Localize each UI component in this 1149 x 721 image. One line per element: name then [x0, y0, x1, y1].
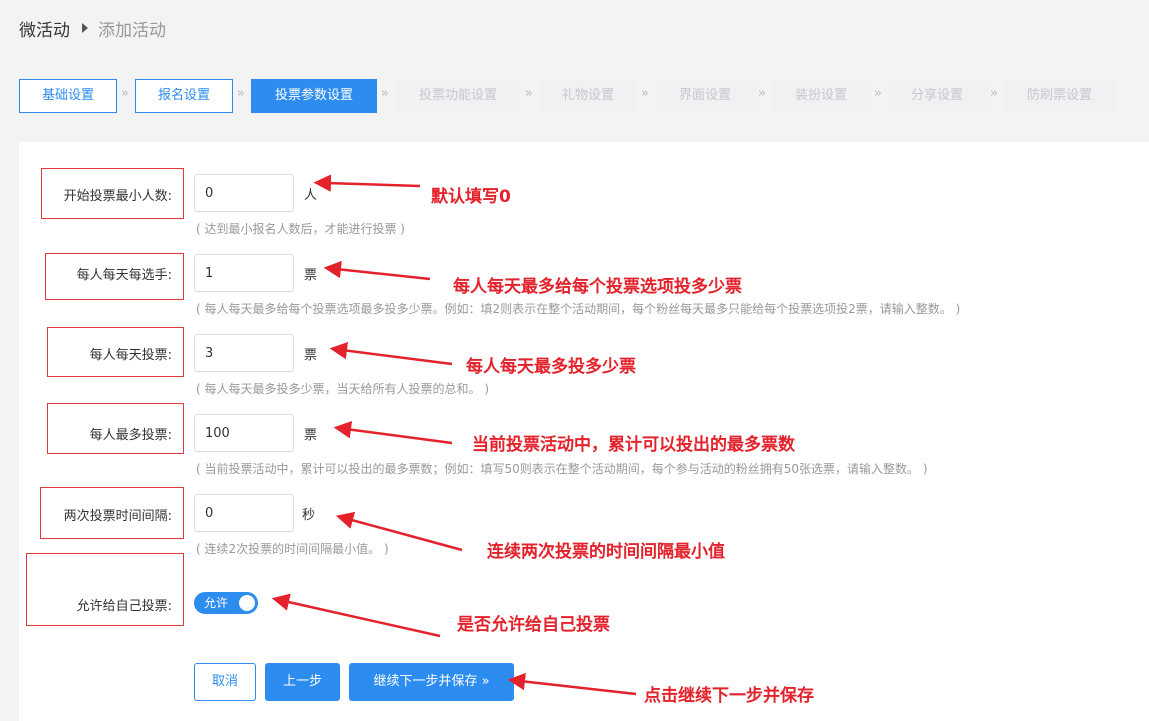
annotation-allow-self-vote: 是否允许给自己投票 — [457, 615, 610, 635]
arrow-next-save — [507, 672, 637, 696]
arrow-per-candidate-daily — [323, 260, 431, 281]
annotation-daily-votes: 每人每天最多投多少票 — [466, 357, 636, 377]
annotation-min-voters: 默认填写0 — [431, 187, 511, 207]
arrow-allow-self-vote — [271, 593, 441, 638]
annotation-max-votes: 当前投票活动中，累计可以投出的最多票数 — [472, 435, 795, 455]
arrow-max-votes — [333, 420, 453, 445]
annotation-next-save: 点击继续下一步并保存 — [644, 686, 814, 706]
arrow-daily-votes — [329, 341, 453, 366]
annotation-vote-interval: 连续两次投票的时间间隔最小值 — [487, 542, 725, 562]
annotation-per-candidate-daily: 每人每天最多给每个投票选项投多少票 — [453, 277, 742, 297]
arrow-vote-interval — [335, 511, 463, 552]
arrow-min-voters — [313, 174, 421, 192]
